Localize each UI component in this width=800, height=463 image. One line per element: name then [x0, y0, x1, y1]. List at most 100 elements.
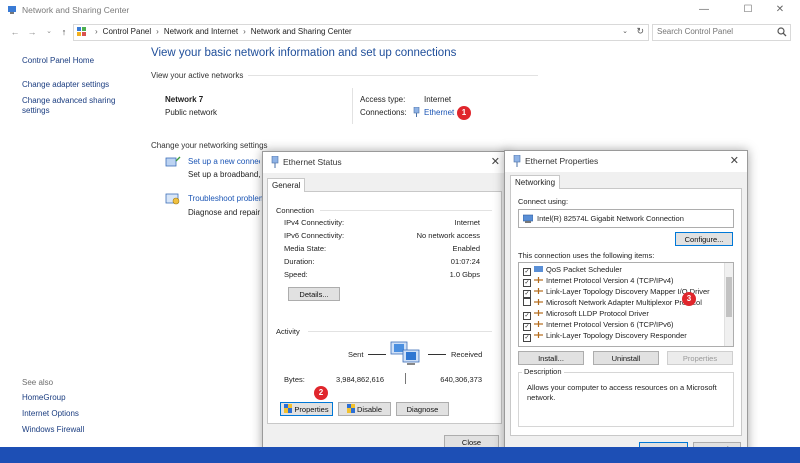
install-button[interactable]: Install...: [518, 351, 584, 365]
section-divider: [308, 331, 492, 332]
forward-arrow-icon[interactable]: →: [25, 25, 39, 39]
tab-general[interactable]: General: [267, 178, 306, 192]
list-item[interactable]: ✓ QoS Packet Scheduler: [523, 265, 622, 276]
search-icon[interactable]: [777, 27, 787, 37]
list-item[interactable]: Microsoft Network Adapter Multiplexor Pr…: [523, 298, 702, 307]
item-label: Microsoft LLDP Protocol Driver: [546, 309, 649, 318]
item-properties-button[interactable]: Properties: [667, 351, 733, 365]
chevron-right-icon: ›: [243, 27, 246, 36]
protocol-icon: [534, 332, 543, 338]
address-row: ← → ⌄ ↑ › Control Panel › Network and Inter…: [0, 22, 800, 42]
diagnose-button[interactable]: Diagnose: [396, 402, 449, 416]
search-input[interactable]: [653, 25, 777, 38]
item-label: Internet Protocol Version 6 (TCP/IPv6): [546, 320, 674, 329]
disable-button[interactable]: Disable: [338, 402, 391, 416]
uac-shield-icon: [284, 404, 293, 413]
item-checkbox[interactable]: ✓: [523, 268, 531, 276]
see-also-windows-firewall[interactable]: Windows Firewall: [22, 425, 84, 434]
received-label: Received: [451, 350, 483, 359]
item-checkbox[interactable]: ✓: [523, 279, 531, 287]
protocol-icon: [534, 321, 543, 327]
see-also-homegroup[interactable]: HomeGroup: [22, 393, 66, 402]
ethernet-status-dialog: Ethernet Status ✕ General Connection IPv…: [262, 151, 509, 452]
item-checkbox[interactable]: ✓: [523, 323, 531, 331]
refresh-icon[interactable]: ↻: [636, 26, 644, 37]
description-text: Allows your computer to access resources…: [527, 383, 717, 402]
ethernet-icon: [513, 155, 521, 167]
networking-tab-panel: Connect using: Intel(R) 82574L Gigabit N…: [510, 188, 742, 436]
status-properties-button[interactable]: Properties: [280, 402, 333, 416]
breadcrumb-network-internet[interactable]: Network and Internet: [164, 27, 238, 36]
minimize-button[interactable]: —: [684, 0, 724, 22]
ipv4-connectivity-label: IPv4 Connectivity:: [284, 218, 345, 227]
duration-value: 01:07:24: [450, 257, 480, 266]
list-scrollbar[interactable]: [724, 263, 733, 346]
details-button[interactable]: Details...: [288, 287, 340, 301]
description-label: Description: [522, 367, 564, 376]
ethernet-icon: [271, 156, 279, 168]
speed-value: 1.0 Gbps: [449, 270, 480, 279]
step-badge-1: 1: [457, 106, 471, 120]
item-label: Internet Protocol Version 4 (TCP/IPv4): [546, 276, 674, 285]
setup-connection-link[interactable]: Set up a new connection or network: [188, 157, 260, 166]
configure-button[interactable]: Configure...: [675, 232, 733, 246]
list-item[interactable]: ✓ Link-Layer Topology Discovery Responder: [523, 331, 687, 342]
item-checkbox[interactable]: [523, 298, 531, 306]
status-dialog-title: Ethernet Status: [283, 157, 342, 167]
address-bar[interactable]: › Control Panel › Network and Internet › Netw…: [73, 24, 649, 41]
received-line: [428, 354, 446, 355]
chevron-right-icon: ›: [95, 27, 98, 36]
troubleshoot-link[interactable]: Troubleshoot problems: [188, 194, 262, 203]
properties-dialog-title-bar: Ethernet Properties ✕: [505, 151, 747, 171]
qos-scheduler-icon: [534, 266, 543, 272]
address-dropdown-icon[interactable]: ⌄: [622, 27, 628, 35]
connect-using-label: Connect using:: [518, 197, 569, 206]
sidebar-control-panel-home[interactable]: Control Panel Home: [22, 56, 94, 65]
access-type-value: Internet: [424, 95, 452, 104]
scrollbar-thumb[interactable]: [726, 277, 732, 317]
disable-label: Disable: [356, 405, 382, 414]
item-label: Link-Layer Topology Discovery Responder: [546, 331, 687, 340]
section-divider: [320, 210, 492, 211]
network-app-icon: [8, 6, 16, 14]
item-checkbox[interactable]: ✓: [523, 312, 531, 320]
tab-networking[interactable]: Networking: [510, 175, 561, 189]
list-item[interactable]: ✓ Microsoft LLDP Protocol Driver: [523, 309, 649, 320]
close-window-button[interactable]: ✕: [760, 0, 800, 22]
up-arrow-icon[interactable]: ↑: [57, 25, 71, 39]
uac-shield-icon: [346, 404, 355, 413]
items-label: This connection uses the following items…: [518, 251, 655, 260]
back-arrow-icon[interactable]: ←: [8, 25, 22, 39]
properties-dialog-body: Networking Connect using: Intel(R) 82574…: [505, 172, 747, 462]
network-info-divider: [352, 88, 353, 124]
uninstall-button[interactable]: Uninstall: [593, 351, 659, 365]
sidebar-change-adapter-settings[interactable]: Change adapter settings: [22, 80, 109, 89]
search-box[interactable]: [652, 24, 791, 41]
protocol-icon: [534, 299, 543, 305]
breadcrumb-control-panel[interactable]: Control Panel: [103, 27, 151, 36]
protocol-icon: [534, 288, 543, 294]
ethernet-icon: [413, 107, 420, 117]
ethernet-connection-link[interactable]: Ethernet: [424, 108, 454, 117]
sidebar-change-advanced-sharing[interactable]: Change advanced sharing settings: [22, 96, 122, 116]
see-also-internet-options[interactable]: Internet Options: [22, 409, 79, 418]
bytes-received-value: 640,306,373: [440, 375, 482, 384]
item-checkbox[interactable]: ✓: [523, 290, 531, 298]
adapter-box: Intel(R) 82574L Gigabit Network Connecti…: [518, 209, 734, 228]
item-checkbox[interactable]: ✓: [523, 334, 531, 342]
adapter-name: Intel(R) 82574L Gigabit Network Connecti…: [537, 214, 684, 223]
ipv6-connectivity-label: IPv6 Connectivity:: [284, 231, 345, 240]
media-state-label: Media State:: [284, 244, 327, 253]
status-dialog-close-icon[interactable]: ✕: [491, 155, 500, 168]
recent-locations-icon[interactable]: ⌄: [42, 25, 56, 39]
properties-dialog-close-icon[interactable]: ✕: [730, 154, 739, 167]
list-item[interactable]: ✓ Internet Protocol Version 6 (TCP/IPv6): [523, 320, 674, 331]
breadcrumb-network-sharing-center[interactable]: Network and Sharing Center: [251, 27, 352, 36]
breadcrumb: › Control Panel › Network and Internet › Netw…: [90, 27, 352, 36]
activity-section-label: Activity: [276, 327, 300, 336]
list-item[interactable]: ✓ Internet Protocol Version 4 (TCP/IPv4): [523, 276, 674, 287]
media-state-value: Enabled: [452, 244, 480, 253]
access-type-label: Access type:: [360, 95, 406, 104]
connections-label: Connections:: [360, 108, 407, 117]
status-properties-label: Properties: [294, 405, 329, 414]
